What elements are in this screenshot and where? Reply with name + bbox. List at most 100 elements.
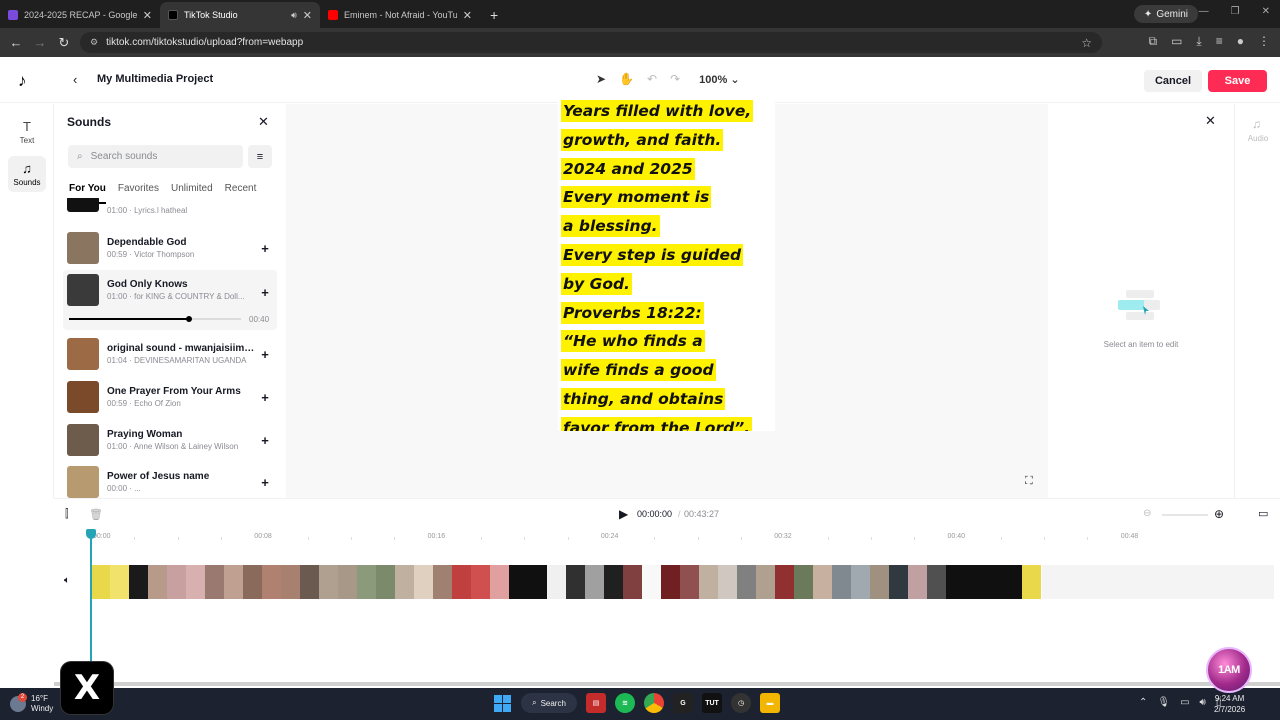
app-icon[interactable]: TUT [702,693,722,713]
browser-tab[interactable]: 2024-2025 RECAP - Google Vi ✕ [0,2,160,28]
playback-progress-bar[interactable] [69,316,241,322]
capcut-icon[interactable]: G [673,693,693,713]
chevron-up-icon[interactable]: ⌃ [1139,697,1147,708]
menu-icon[interactable]: ⋮ [1258,34,1270,49]
windows-start-icon[interactable] [492,693,512,713]
reload-icon[interactable]: ↻ [52,35,76,51]
zoom-in-icon[interactable]: ⊕ [1214,507,1224,521]
list-item[interactable]: original sound - mwanjaisiima... 01:04 ·… [63,334,277,374]
close-icon[interactable]: ✕ [303,9,312,22]
microphone-icon[interactable]: 🎙︎ [1157,697,1170,708]
clock-app-icon[interactable]: ◷ [731,693,751,713]
chrome-icon[interactable] [644,693,664,713]
tab-favorites[interactable]: Favorites [118,183,159,194]
extensions-icon[interactable]: ⧉ [1149,34,1158,49]
download-icon[interactable]: ⤓ [1196,34,1201,49]
cast-icon[interactable]: ▭ [1171,34,1182,49]
rail-item-sounds[interactable]: ♫ Sounds [8,156,46,192]
gemini-button[interactable]: ✦ Gemini [1133,5,1198,23]
caption-text-line[interactable]: Every step is guided [561,244,744,266]
address-bar[interactable]: ⚙ tiktok.com/tiktokstudio/upload?from=we… [80,32,1102,53]
back-arrow-icon[interactable]: ‹ [73,72,77,87]
tab-for-you[interactable]: For You [69,183,106,204]
zoom-out-icon[interactable]: ⊖ [1143,508,1151,519]
file-explorer-icon[interactable]: ▬ [760,693,780,713]
trash-icon[interactable]: 🗑︎ [89,508,103,521]
rail-item-text[interactable]: T Text [8,114,46,150]
video-track[interactable] [91,565,1041,599]
add-sound-button[interactable]: + [256,285,274,300]
browser-tab[interactable]: Eminem - Not Afraid - YouTube ✕ [320,2,480,28]
caption-text-line[interactable]: by God. [561,272,632,295]
preview-canvas[interactable]: Years filled with love, growth, and faith… [286,96,1048,498]
progress-knob[interactable] [186,316,193,322]
caption-text-line[interactable]: Proverbs 18:22: [561,301,704,324]
add-sound-button[interactable]: + [256,390,274,405]
close-icon[interactable]: ✕ [258,114,269,130]
volume-icon[interactable]: 🔈︎ [64,575,70,586]
zoom-slider[interactable] [1162,514,1208,516]
close-window-icon[interactable]: ✕ [1262,6,1270,17]
list-item-playing[interactable]: God Only Knows 01:00 · for KING & COUNTR… [63,270,277,330]
filter-button[interactable]: ≡ [248,145,272,168]
minimize-icon[interactable]: — [1199,6,1209,17]
horizontal-scrollbar[interactable] [54,682,1280,686]
undo-icon[interactable]: ↶ [647,72,657,86]
list-item[interactable]: One Prayer From Your Arms 00:59 · Echo O… [63,377,277,417]
tab-recent[interactable]: Recent [225,183,257,194]
tiktok-logo[interactable]: ♪ [18,71,27,91]
caption-text-line[interactable]: thing, and obtains [561,388,726,410]
system-clock[interactable]: 9:24 AM 2/7/2026 [1214,693,1245,715]
floating-avatar-badge[interactable]: 1AM [1206,647,1252,693]
caption-text-line[interactable]: 2024 and 2025 [561,157,695,180]
caption-text-line[interactable]: “He who finds a [561,330,705,353]
caption-text-line[interactable]: wife finds a good [561,359,716,382]
profile-avatar[interactable]: ● [1237,34,1244,49]
caption-text-line[interactable]: Every moment is [561,186,712,209]
select-cursor-icon[interactable]: ➤ [596,72,606,86]
redo-icon[interactable]: ↷ [670,72,680,86]
track-empty-area[interactable] [1042,565,1274,599]
close-icon[interactable]: ✕ [1205,113,1216,129]
playhead-handle[interactable] [86,529,96,539]
add-sound-button[interactable]: + [256,241,274,256]
hand-pan-icon[interactable]: ✋ [619,72,634,86]
add-sound-button[interactable]: + [256,347,274,362]
caption-text-line[interactable]: Years filled with love, [561,100,754,122]
captions-icon[interactable]: ▭ [1258,507,1268,520]
bookmark-star-icon[interactable]: ☆ [1081,36,1092,50]
display-icon[interactable]: ▭ [1180,697,1189,708]
list-item[interactable]: Power of Jesus name 00:00 · ... + [63,462,277,498]
spotify-icon[interactable]: ≋ [615,693,635,713]
list-item[interactable]: 01:00 · Lyrics.l hatheal [63,198,277,220]
add-sound-button[interactable]: + [256,433,274,448]
cancel-button[interactable]: Cancel [1144,70,1202,92]
forward-icon[interactable]: → [28,35,52,50]
fullscreen-icon[interactable]: ⛶ [1025,475,1033,488]
caption-text-line[interactable]: growth, and faith. [561,128,724,151]
site-info-icon[interactable]: ⚙ [90,37,98,48]
maximize-icon[interactable]: ❐ [1231,6,1240,17]
list-item[interactable]: Dependable God 00:59 · Victor Thompson + [63,228,277,268]
back-icon[interactable]: ← [4,35,28,50]
taskbar-search[interactable]: ⌕ Search [521,693,577,713]
browser-tab-active[interactable]: TikTok Studio 🔊︎ ✕ [160,2,320,28]
project-title[interactable]: My Multimedia Project [97,73,213,85]
list-item[interactable]: Praying Woman 01:00 · Anne Wilson & Lain… [63,420,277,460]
close-icon[interactable]: ✕ [143,9,152,22]
zoom-select[interactable]: 100% ⌄ [699,73,739,86]
speaker-icon[interactable]: 🔊︎ [291,10,297,21]
add-sound-button[interactable]: + [256,475,274,490]
volume-icon[interactable]: 🔊︎ [1200,697,1206,708]
video-frame[interactable]: Years filled with love, growth, and faith… [558,96,775,431]
split-icon[interactable]: ⫿ [65,508,69,521]
media-icon[interactable]: ≡ [1216,34,1223,49]
music-note-icon[interactable]: ♫ [1252,117,1261,131]
save-button[interactable]: Save [1208,70,1267,92]
new-tab-button[interactable]: + [480,2,508,28]
play-icon[interactable]: ▶ [619,507,628,521]
close-icon[interactable]: ✕ [463,9,472,22]
x-logo-overlay[interactable]: X [61,662,113,714]
weather-widget[interactable]: 2 16°F Windy [10,693,53,714]
caption-text-line[interactable]: favor from the Lord”. [561,416,753,431]
